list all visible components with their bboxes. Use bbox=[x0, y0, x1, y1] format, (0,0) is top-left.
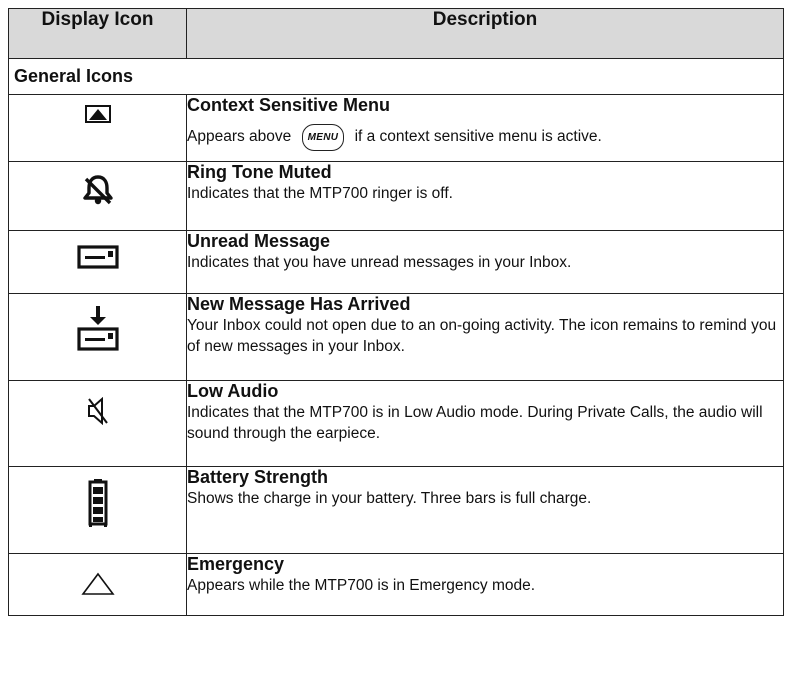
row-title: New Message Has Arrived bbox=[187, 294, 411, 314]
row-title: Low Audio bbox=[187, 381, 279, 401]
row-text-after: if a context sensitive menu is active. bbox=[354, 128, 602, 145]
icon-cell bbox=[8, 553, 187, 616]
description-cell: New Message Has Arrived Your Inbox could… bbox=[186, 293, 784, 381]
row-title: Unread Message bbox=[187, 231, 331, 251]
low-audio-icon bbox=[87, 397, 108, 425]
context-menu-icon bbox=[84, 105, 111, 123]
row-text: Appears while the MTP700 is in Emergency… bbox=[187, 577, 536, 594]
row-title: Emergency bbox=[187, 554, 285, 574]
emergency-icon bbox=[80, 572, 115, 595]
battery-icon bbox=[88, 479, 107, 527]
row-text: Shows the charge in your battery. Three … bbox=[187, 490, 592, 507]
description-cell: Unread Message Indicates that you have u… bbox=[186, 230, 784, 294]
icon-cell bbox=[8, 380, 187, 467]
table-row: Battery Strength Shows the charge in you… bbox=[8, 466, 784, 554]
menu-key-icon: MENU bbox=[301, 124, 345, 151]
table-row: Emergency Appears while the MTP700 is in… bbox=[8, 553, 784, 616]
icon-cell bbox=[8, 230, 187, 294]
icon-cell bbox=[8, 161, 187, 231]
row-text: Indicates that you have unread messages … bbox=[187, 254, 572, 271]
table-row: Ring Tone Muted Indicates that the MTP70… bbox=[8, 161, 784, 231]
table-row: Low Audio Indicates that the MTP700 is i… bbox=[8, 380, 784, 467]
description-cell: Ring Tone Muted Indicates that the MTP70… bbox=[186, 161, 784, 231]
icon-table: Display Icon Description General Icons C… bbox=[8, 8, 784, 616]
header-row: Display Icon Description bbox=[8, 8, 784, 59]
row-text: Indicates that the MTP700 is in Low Audi… bbox=[187, 404, 763, 442]
icon-cell bbox=[8, 293, 187, 381]
row-title: Context Sensitive Menu bbox=[187, 95, 391, 115]
section-title: General Icons bbox=[8, 58, 784, 95]
row-text: Indicates that the MTP700 ringer is off. bbox=[187, 185, 453, 202]
section-row: General Icons bbox=[8, 58, 784, 95]
table-row: Unread Message Indicates that you have u… bbox=[8, 230, 784, 294]
description-cell: Low Audio Indicates that the MTP700 is i… bbox=[186, 380, 784, 467]
table-row: New Message Has Arrived Your Inbox could… bbox=[8, 293, 784, 381]
header-display-icon: Display Icon bbox=[8, 8, 187, 59]
row-title: Battery Strength bbox=[187, 467, 329, 487]
icon-cell bbox=[8, 466, 187, 554]
row-text-before: Appears above bbox=[187, 128, 292, 145]
new-message-icon bbox=[76, 306, 119, 351]
header-description: Description bbox=[186, 8, 784, 59]
description-cell: Context Sensitive Menu Appears above MEN… bbox=[186, 94, 784, 162]
icon-cell bbox=[8, 94, 187, 162]
table-row: Context Sensitive Menu Appears above MEN… bbox=[8, 94, 784, 162]
row-text: Your Inbox could not open due to an on-g… bbox=[187, 317, 777, 355]
description-cell: Battery Strength Shows the charge in you… bbox=[186, 466, 784, 554]
description-cell: Emergency Appears while the MTP700 is in… bbox=[186, 553, 784, 616]
row-text: Appears above MENU if a context sensitiv… bbox=[187, 124, 783, 151]
unread-message-icon bbox=[76, 245, 119, 269]
ring-muted-icon bbox=[82, 175, 113, 205]
row-title: Ring Tone Muted bbox=[187, 162, 332, 182]
